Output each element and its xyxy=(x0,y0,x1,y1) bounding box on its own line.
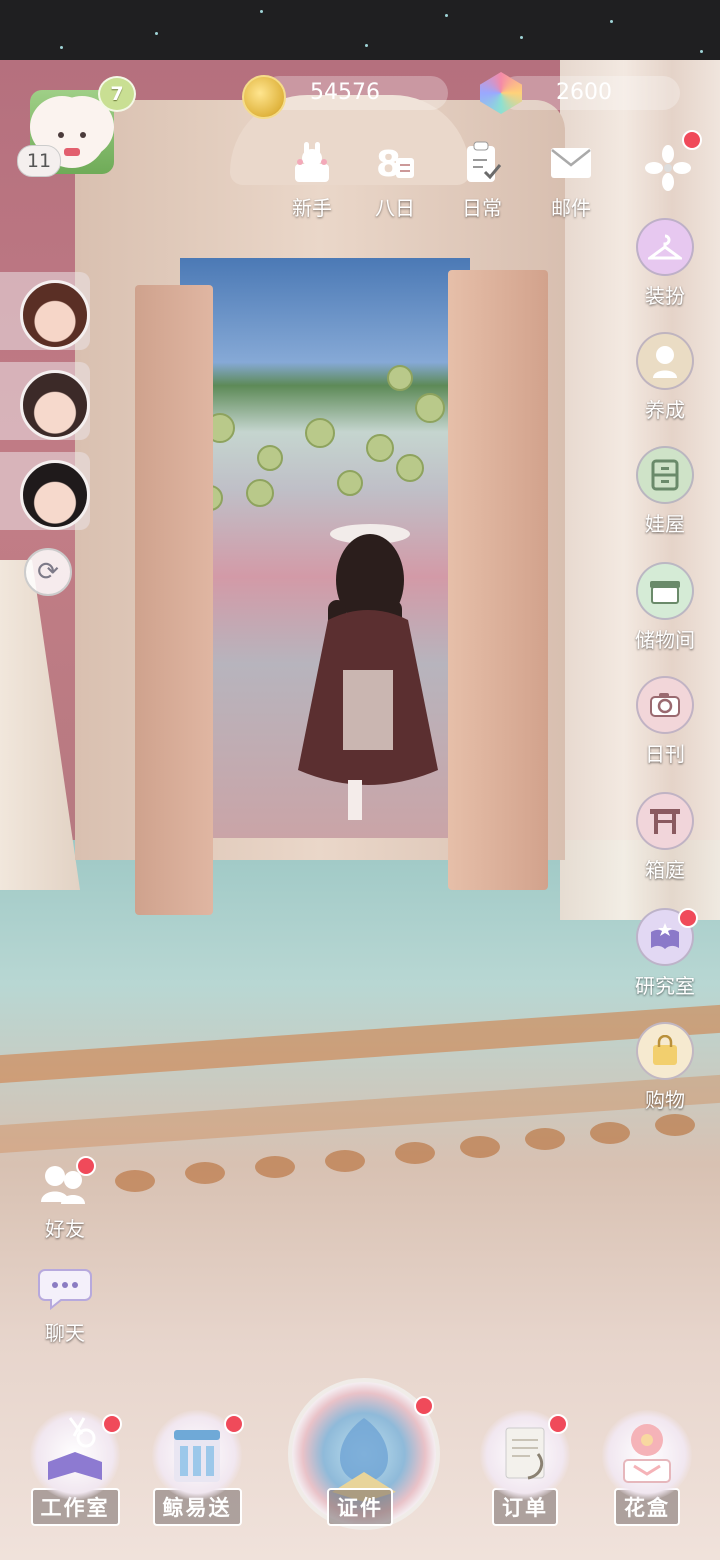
coin-icon xyxy=(242,75,286,119)
player-level-badge: 11 xyxy=(17,145,61,177)
newbie-button[interactable]: 新手 xyxy=(267,140,357,221)
coin-balance[interactable]: 54576 xyxy=(262,76,448,110)
mail-label: 邮件 xyxy=(551,196,591,220)
cultivate-button[interactable]: 养成 xyxy=(620,332,710,423)
flower-menu-icon xyxy=(645,145,691,191)
character-portrait xyxy=(20,370,90,440)
daily-label: 日常 xyxy=(462,196,502,220)
chat-bubble-icon xyxy=(38,1269,92,1311)
gem-amount: 2600 xyxy=(556,80,612,105)
character-portrait xyxy=(20,280,90,350)
friends-button[interactable]: 好友 xyxy=(30,1156,100,1242)
doll-house-button[interactable]: 娃屋 xyxy=(620,446,710,537)
character-slot-2[interactable] xyxy=(0,362,90,440)
coin-amount: 54576 xyxy=(310,80,380,105)
door-right-panel xyxy=(448,270,548,890)
notification-dot xyxy=(678,908,698,928)
daily-journal-button[interactable]: 日刊 xyxy=(620,676,710,767)
newbie-label: 新手 xyxy=(292,196,332,220)
status-bar xyxy=(0,0,720,60)
door-left-panel xyxy=(135,285,213,915)
chat-button[interactable]: 聊天 xyxy=(30,1264,100,1346)
eight-days-label: 八日 xyxy=(375,196,415,220)
player-character xyxy=(298,524,438,820)
shopping-bag-icon xyxy=(636,1022,694,1080)
research-lab-button[interactable]: 研究室 xyxy=(620,908,710,999)
daily-journal-label: 日刊 xyxy=(645,742,685,766)
vip-level-badge: 7 xyxy=(98,76,136,112)
shrine-icon xyxy=(636,792,694,850)
clipboard-check-icon xyxy=(459,140,505,186)
shopping-label: 购物 xyxy=(645,1088,685,1112)
notification-dot xyxy=(102,1414,122,1434)
whale-delivery-button[interactable]: 鲸易送 xyxy=(142,1410,252,1526)
notification-dot xyxy=(76,1156,96,1176)
doll-icon xyxy=(636,332,694,390)
research-lab-label: 研究室 xyxy=(635,974,695,998)
certificate-button[interactable]: 证件 xyxy=(305,1488,415,1526)
menu-expand-button[interactable] xyxy=(644,130,702,192)
friends-label: 好友 xyxy=(45,1217,85,1241)
notification-dot xyxy=(224,1414,244,1434)
character-slot-1[interactable] xyxy=(0,272,90,350)
eight-days-button[interactable]: 8 八日 xyxy=(350,140,440,221)
switch-character-button[interactable]: ⟳ xyxy=(24,548,72,596)
refresh-icon: ⟳ xyxy=(37,557,59,587)
character-portrait xyxy=(20,460,90,530)
notification-dot xyxy=(682,130,702,150)
daily-button[interactable]: 日常 xyxy=(437,140,527,221)
flower-box-button[interactable]: 花盒 xyxy=(592,1410,702,1526)
notification-dot xyxy=(414,1396,434,1416)
dress-up-label: 装扮 xyxy=(645,284,685,308)
notification-dot xyxy=(548,1414,568,1434)
orders-button[interactable]: 订单 xyxy=(470,1410,580,1526)
bunny-basket-icon xyxy=(289,140,335,186)
flower-box-icon xyxy=(602,1410,692,1500)
studio-button[interactable]: 工作室 xyxy=(20,1410,130,1526)
cabinet-icon xyxy=(636,446,694,504)
box-garden-button[interactable]: 箱庭 xyxy=(620,792,710,883)
gem-balance[interactable]: 2600 xyxy=(500,76,680,110)
chat-label: 聊天 xyxy=(45,1321,85,1345)
storage-box-icon xyxy=(636,562,694,620)
box-garden-label: 箱庭 xyxy=(645,858,685,882)
doll-house-label: 娃屋 xyxy=(645,512,685,536)
mail-button[interactable]: 邮件 xyxy=(526,140,616,221)
character-slot-3[interactable] xyxy=(0,452,90,530)
game-screen: 11 7 54576 2600 新手 8 八日 日常 邮件 装扮 养成 娃屋 储… xyxy=(0,0,720,1560)
certificate-label: 证件 xyxy=(327,1488,393,1526)
eight-days-icon: 8 xyxy=(372,140,418,186)
dress-up-button[interactable]: 装扮 xyxy=(620,218,710,309)
hanger-icon xyxy=(636,218,694,276)
camera-icon xyxy=(636,676,694,734)
storage-room-button[interactable]: 储物间 xyxy=(620,562,710,653)
mail-icon xyxy=(548,140,594,186)
shopping-button[interactable]: 购物 xyxy=(620,1022,710,1113)
cultivate-label: 养成 xyxy=(645,398,685,422)
storage-room-label: 储物间 xyxy=(635,628,695,652)
